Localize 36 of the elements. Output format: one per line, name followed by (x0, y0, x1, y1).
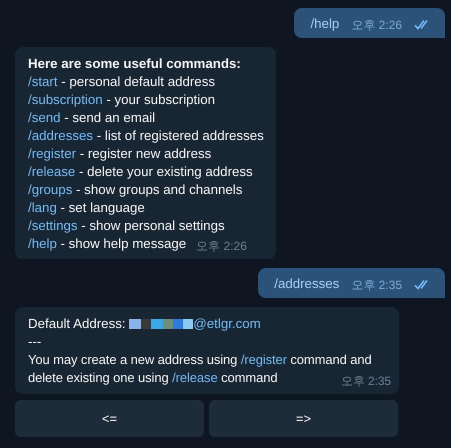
command-line: /addresses - list of registered addresses (28, 127, 264, 145)
command-line: /send - send an email (28, 109, 156, 127)
command-link[interactable]: /settings (28, 218, 78, 233)
redacted-block (129, 319, 194, 329)
message-time: 오후 2:35 (341, 374, 391, 388)
keyboard-button[interactable]: <= (15, 400, 204, 437)
command-link[interactable]: /send (28, 110, 61, 125)
address-label: Default Address: (28, 316, 127, 331)
command-line: /help - show help message (28, 235, 186, 253)
command-link[interactable]: /addresses (28, 128, 94, 143)
command-link[interactable]: /register (28, 146, 76, 161)
message-text: /help (310, 15, 340, 32)
command-link[interactable]: /release (172, 370, 218, 385)
email-link[interactable]: @etlgr.com (193, 316, 261, 331)
command-line: /settings - show personal settings (28, 217, 226, 235)
command-line: /register - register new address (28, 145, 212, 163)
message-text: /addresses (274, 275, 340, 292)
command-line: /lang - set language (28, 199, 146, 217)
message-time: 오후 2:35 (351, 278, 402, 292)
message-text: You may create a new address using /register command and delete existing one using /release command 오후 2:35 (28, 351, 391, 387)
command-line: /start - personal default address (28, 73, 216, 91)
message-time: 오후 2:26 (351, 18, 402, 32)
command-line: /release - delete your existing address (28, 163, 254, 181)
keyboard-button[interactable]: => (209, 400, 398, 437)
command-line: /subscription - your subscription (28, 91, 216, 109)
message-time: 오후 2:26 (196, 239, 247, 253)
command-link[interactable]: /lang (28, 200, 57, 215)
command-link[interactable]: /register (240, 352, 287, 367)
command-link[interactable]: /help (28, 236, 57, 251)
separator-text: --- (28, 333, 42, 351)
command-link[interactable]: /release (28, 164, 76, 179)
message-title: Here are some useful commands: (28, 55, 242, 73)
command-link[interactable]: /groups (28, 182, 72, 197)
command-link[interactable]: /subscription (28, 92, 103, 107)
command-link[interactable]: /start (28, 74, 58, 89)
command-line: /groups - show groups and channels (28, 181, 244, 199)
